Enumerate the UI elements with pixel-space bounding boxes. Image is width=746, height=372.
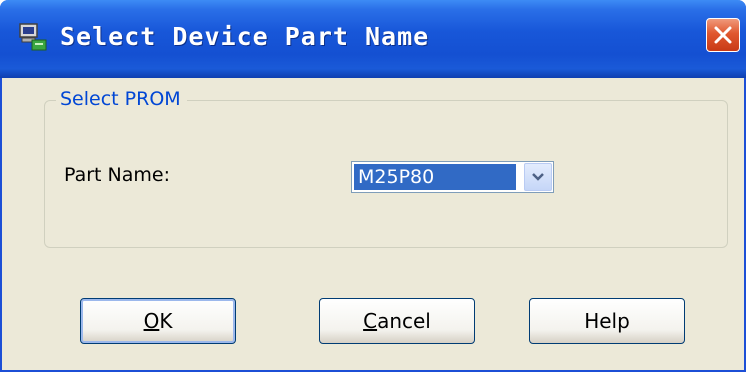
window-title: Select Device Part Name [60, 22, 430, 51]
app-monitor-icon [18, 22, 48, 52]
ok-label-rest: K [159, 309, 173, 333]
part-name-label: Part Name: [64, 164, 171, 186]
cancel-button[interactable]: Cancel [319, 298, 475, 344]
group-legend: Select PROM [56, 88, 187, 110]
ok-accelerator: O [143, 309, 160, 333]
dropdown-button[interactable] [524, 163, 552, 191]
help-button[interactable]: Help [529, 298, 685, 344]
cancel-label-rest: ancel [377, 309, 431, 333]
title-bar[interactable]: Select Device Part Name [0, 0, 746, 78]
cancel-accelerator: C [363, 309, 378, 333]
close-button[interactable] [706, 18, 740, 52]
part-name-selected-value: M25P80 [354, 164, 516, 190]
dialog-window: Select Device Part Name Select PROM Part… [0, 0, 746, 372]
part-name-dropdown[interactable]: M25P80 [351, 161, 554, 193]
ok-button[interactable]: OK [80, 298, 236, 344]
help-label: Help [584, 309, 630, 333]
